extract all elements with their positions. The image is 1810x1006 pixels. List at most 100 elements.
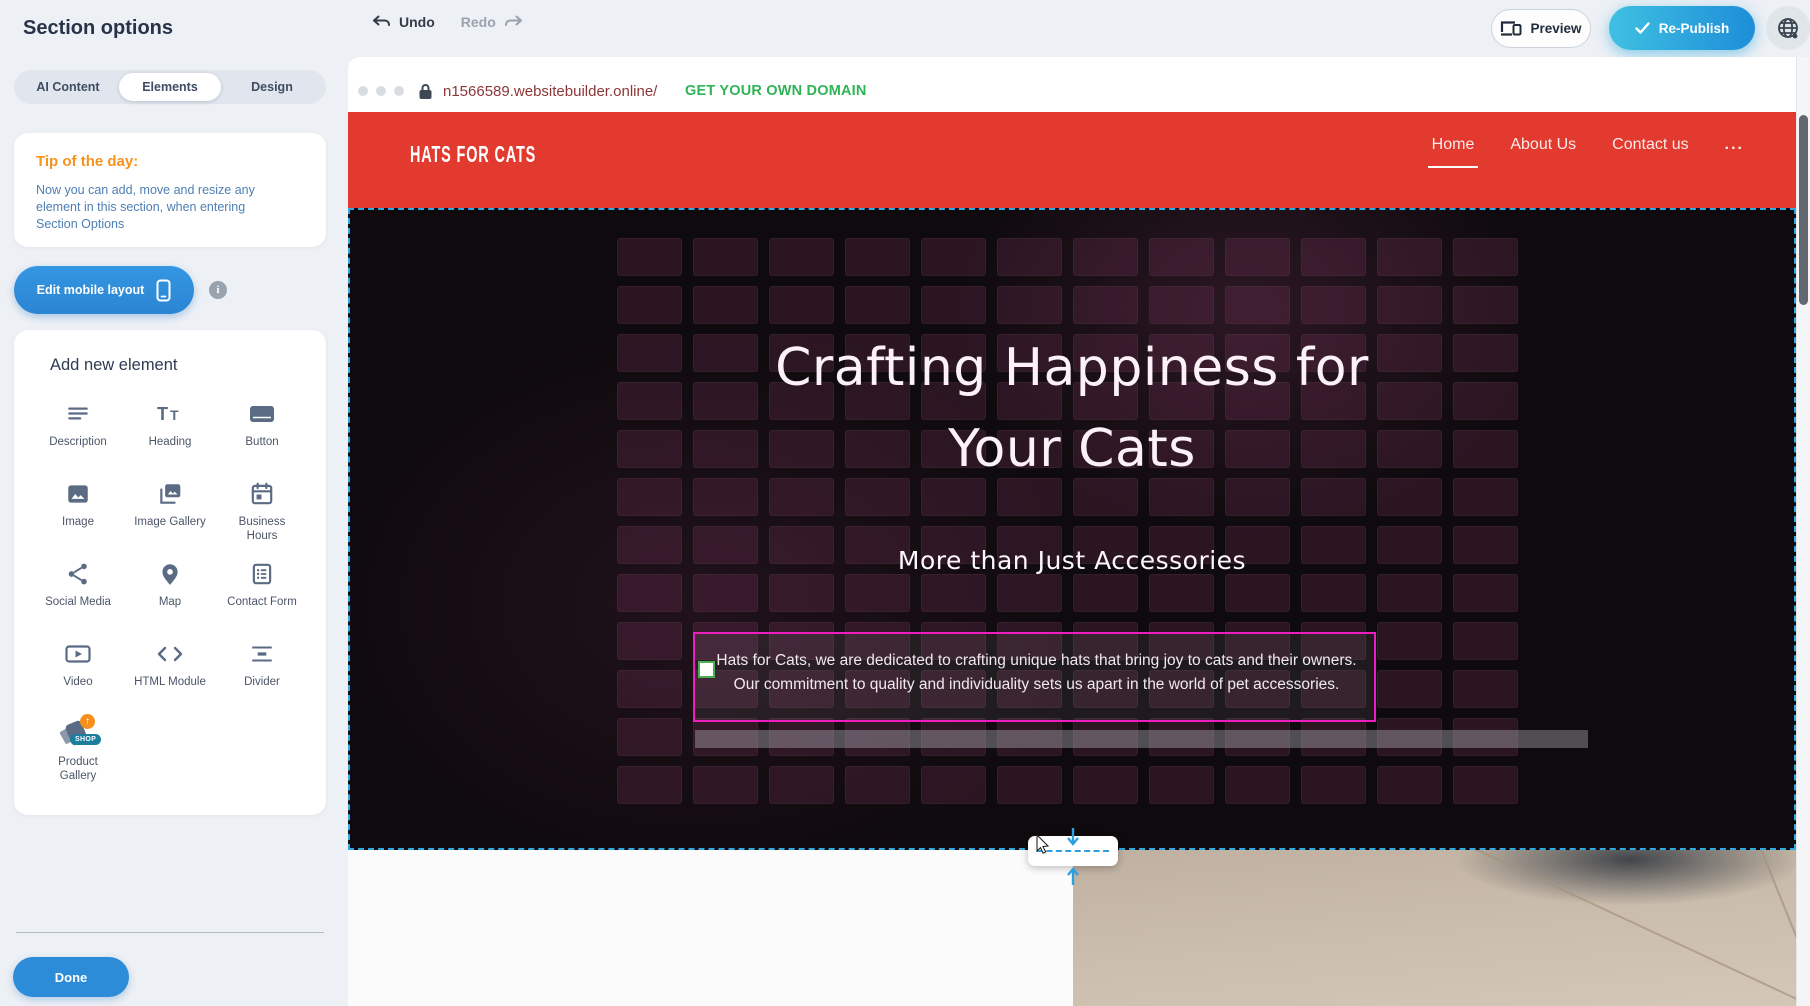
element-social-media[interactable]: Social Media (32, 555, 124, 635)
check-icon (1635, 22, 1650, 34)
hero-grid-cell (617, 622, 682, 660)
hero-grid-cell (1377, 670, 1442, 708)
redo-icon (504, 15, 523, 29)
hero-heading[interactable]: Crafting Happiness for Your Cats (348, 328, 1796, 490)
lock-icon (418, 83, 433, 100)
element-grid: Description TT Heading Button Image Imag… (32, 395, 308, 795)
tab-ai-content[interactable]: AI Content (17, 73, 119, 101)
devices-icon (1500, 20, 1522, 37)
element-video[interactable]: Video (32, 635, 124, 715)
hero-grid-cell (769, 238, 834, 276)
republish-button[interactable]: Re-Publish (1609, 6, 1755, 50)
element-divider[interactable]: Divider (216, 635, 308, 715)
hero-grid-cell (769, 286, 834, 324)
html-code-icon (155, 639, 185, 669)
browser-window-dots (358, 86, 404, 96)
add-panel-title: Add new element (32, 356, 308, 375)
hero-grid-cell (617, 766, 682, 804)
element-image-gallery[interactable]: Image Gallery (124, 475, 216, 555)
edit-mobile-layout-button[interactable]: Edit mobile layout (14, 266, 194, 314)
image-gallery-icon (157, 479, 183, 509)
mouse-cursor-icon (1036, 834, 1051, 854)
hero-grid-cell (921, 766, 986, 804)
site-url[interactable]: n1566589.websitebuilder.online/ (443, 83, 657, 100)
republish-label: Re-Publish (1659, 21, 1730, 36)
sidebar-tabs: AI Content Elements Design (14, 70, 326, 104)
get-domain-link[interactable]: GET YOUR OWN DOMAIN (685, 83, 867, 99)
site-header: HATS FOR CATS Home About Us Contact us .… (348, 112, 1796, 208)
hero-grid-cell (1301, 574, 1366, 612)
hero-grid-cell (1377, 766, 1442, 804)
preview-button[interactable]: Preview (1491, 9, 1591, 48)
hero-grid-cell (617, 718, 682, 756)
tab-elements[interactable]: Elements (119, 73, 221, 101)
paragraph-selection-box[interactable]: Hats for Cats, we are dedicated to craft… (693, 632, 1376, 722)
arrow-down-icon (1066, 826, 1080, 837)
hero-grid-cell (1453, 574, 1518, 612)
page-title: Section options (23, 17, 173, 40)
undo-button[interactable]: Undo (372, 14, 435, 30)
hero-grid-cell (1073, 238, 1138, 276)
business-hours-icon (249, 479, 275, 509)
floor-photo (1073, 850, 1796, 1006)
scrollbar-thumb[interactable] (1799, 115, 1808, 305)
hero-grid-cell (769, 574, 834, 612)
hero-grid-cell (617, 238, 682, 276)
hero-grid-cell (617, 286, 682, 324)
redo-button[interactable]: Redo (461, 14, 523, 30)
element-product-gallery[interactable]: ↑ SHOP Product Gallery (32, 715, 124, 795)
hero-grid-cell (1453, 238, 1518, 276)
hero-grid-cell (1453, 766, 1518, 804)
hero-grid-cell (921, 238, 986, 276)
page-scrollbar[interactable] (1796, 57, 1810, 1006)
nav-contact-us[interactable]: Contact us (1612, 136, 1688, 162)
hero-grid-cell (1301, 238, 1366, 276)
done-button[interactable]: Done (13, 957, 129, 997)
element-html-module[interactable]: HTML Module (124, 635, 216, 715)
phone-icon (156, 279, 171, 302)
product-gallery-icon: ↑ SHOP (61, 719, 95, 749)
site-nav: Home About Us Contact us ... (1432, 136, 1744, 162)
upgrade-badge-icon: ↑ (80, 714, 95, 729)
element-description[interactable]: Description (32, 395, 124, 475)
undo-label: Undo (399, 14, 435, 30)
element-button[interactable]: Button (216, 395, 308, 475)
element-contact-form[interactable]: Contact Form (216, 555, 308, 635)
hero-grid-cell (1149, 286, 1214, 324)
hero-grid-cell (997, 574, 1062, 612)
nav-more-icon[interactable]: ... (1725, 136, 1744, 162)
hero-grid-cell (1453, 670, 1518, 708)
tip-title: Tip of the day: (36, 153, 304, 170)
element-map[interactable]: Map (124, 555, 216, 635)
hero-grid-cell (693, 238, 758, 276)
hero-paragraph[interactable]: Hats for Cats, we are dedicated to craft… (695, 634, 1374, 697)
hero-grid-cell (1301, 766, 1366, 804)
element-image[interactable]: Image (32, 475, 124, 555)
hero-grid-cell (693, 766, 758, 804)
site-logo[interactable]: HATS FOR CATS (410, 142, 536, 169)
element-business-hours[interactable]: Business Hours (216, 475, 308, 555)
nav-about-us[interactable]: About Us (1510, 136, 1576, 162)
hero-grid-cell (1453, 286, 1518, 324)
hero-grid-cell (1301, 286, 1366, 324)
hero-grid-cell (1073, 286, 1138, 324)
element-heading[interactable]: TT Heading (124, 395, 216, 475)
hero-grid-cell (693, 286, 758, 324)
hero-grid-cell (845, 238, 910, 276)
hero-grid-cell (1225, 238, 1290, 276)
hero-grid-cell (1377, 238, 1442, 276)
edit-mobile-label: Edit mobile layout (37, 283, 145, 297)
hero-section-selected[interactable]: Crafting Happiness for Your Cats More th… (348, 208, 1796, 850)
hero-grid-cell (1073, 766, 1138, 804)
hero-grid-cell (845, 286, 910, 324)
hero-grid-cell (997, 286, 1062, 324)
site-preview-viewport: n1566589.websitebuilder.online/ GET YOUR… (348, 57, 1796, 1006)
hero-subheading[interactable]: More than Just Accessories (348, 546, 1796, 575)
hero-grid-cell (1149, 766, 1214, 804)
language-globe-button[interactable] (1766, 6, 1810, 50)
nav-home[interactable]: Home (1432, 136, 1475, 162)
info-icon[interactable]: i (209, 281, 227, 299)
resize-handle-icon[interactable] (698, 661, 715, 678)
tab-design[interactable]: Design (221, 73, 323, 101)
globe-icon (1776, 16, 1800, 40)
